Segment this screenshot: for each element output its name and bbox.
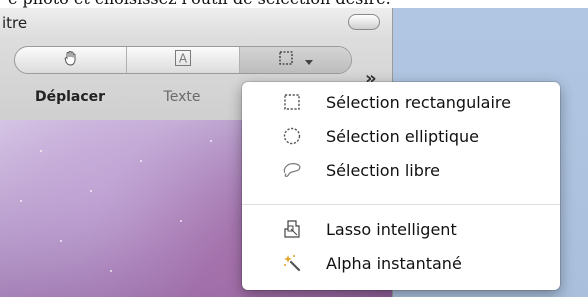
- window-title: itre: [2, 14, 28, 32]
- toolbar-label-text: Texte: [163, 89, 201, 105]
- menu-item-label: Sélection elliptique: [326, 126, 480, 146]
- text-tool-icon: A: [174, 49, 192, 71]
- tool-segmented-control: A: [14, 46, 352, 74]
- menu-item-label: Alpha instantané: [326, 253, 462, 273]
- menu-item-free-selection[interactable]: Sélection libre: [242, 153, 560, 187]
- menu-item-rect-selection[interactable]: Sélection rectangulaire: [242, 85, 560, 119]
- text-tool-button[interactable]: A: [127, 47, 240, 73]
- smart-lasso-icon: [282, 219, 302, 239]
- menu-separator: [242, 204, 560, 205]
- toolbar-label-move: Déplacer: [34, 89, 106, 105]
- menu-item-ellipse-selection[interactable]: Sélection elliptique: [242, 119, 560, 153]
- menu-item-label: Sélection rectangulaire: [326, 92, 511, 112]
- toolbar-toggle-button[interactable]: [348, 14, 380, 30]
- menu-item-smart-lasso[interactable]: Lasso intelligent: [242, 212, 560, 246]
- lasso-free-icon: [282, 160, 302, 180]
- menu-item-label: Sélection libre: [326, 160, 440, 180]
- menu-item-instant-alpha[interactable]: Alpha instantané: [242, 246, 560, 280]
- chevron-down-icon: [305, 51, 314, 70]
- titlebar: itre: [0, 8, 392, 38]
- selection-tool-button[interactable]: [239, 47, 351, 73]
- menu-item-label: Lasso intelligent: [326, 219, 457, 239]
- svg-text:A: A: [179, 52, 188, 66]
- rect-selection-icon: [282, 92, 302, 112]
- hand-icon: [62, 49, 80, 71]
- ellipse-selection-icon: [282, 126, 302, 146]
- rect-selection-icon: [277, 49, 295, 71]
- selection-tool-menu: Sélection rectangulaire Sélection ellipt…: [242, 82, 560, 290]
- top-caption: e photo et choisissez l'outil de sélecti…: [0, 0, 588, 8]
- move-tool-button[interactable]: [15, 47, 128, 73]
- magic-wand-icon: [282, 253, 302, 273]
